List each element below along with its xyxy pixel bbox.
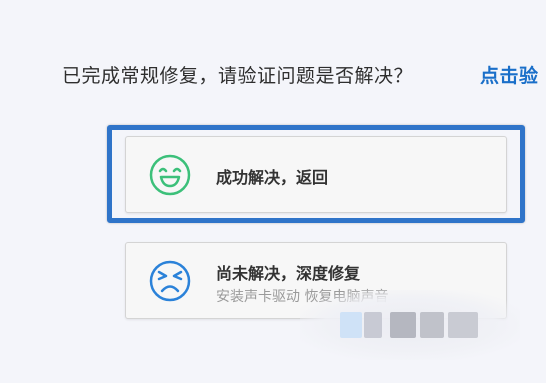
- prompt-text: 已完成常规修复，请验证问题是否解决？ 点击验: [62, 61, 538, 88]
- deep-repair-label: 尚未解决，深度修复: [216, 264, 361, 283]
- verify-link[interactable]: 点击验: [480, 61, 539, 88]
- resolved-return-button[interactable]: 成功解决，返回: [125, 136, 507, 213]
- smiley-face-icon: [149, 154, 191, 196]
- sad-face-icon: [149, 260, 191, 302]
- resolved-label: 成功解决，返回: [216, 168, 329, 187]
- watermark-blur: [300, 290, 520, 360]
- prompt-question: 已完成常规修复，请验证问题是否解决？: [62, 65, 414, 87]
